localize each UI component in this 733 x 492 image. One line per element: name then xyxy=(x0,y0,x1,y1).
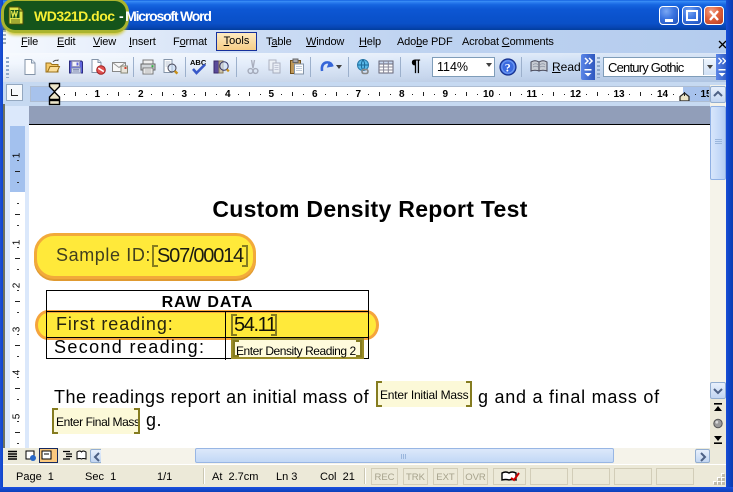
svg-text:?: ? xyxy=(505,61,511,75)
